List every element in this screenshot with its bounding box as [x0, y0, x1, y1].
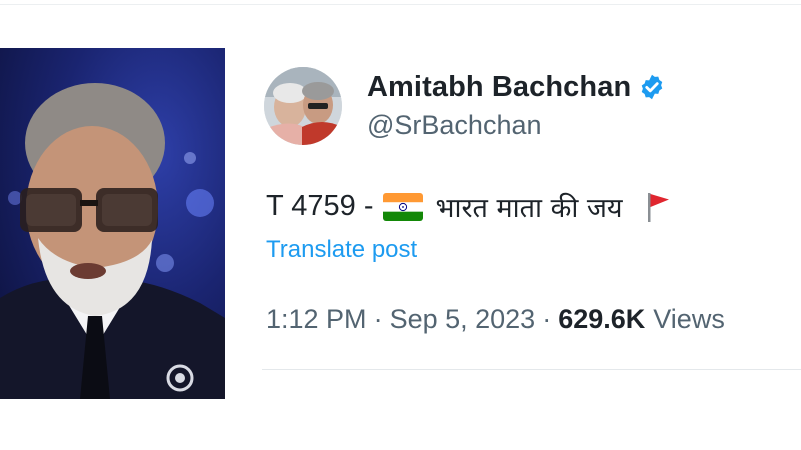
avatar-image: [264, 67, 342, 145]
portrait-illustration: [0, 83, 225, 399]
top-divider: [0, 4, 801, 5]
tweet-text: T 4759 - भारत माता की जय: [266, 188, 671, 225]
display-name[interactable]: Amitabh Bachchan: [367, 71, 631, 104]
avatar[interactable]: [264, 67, 342, 145]
tweet-time[interactable]: 1:12 PM: [266, 304, 367, 335]
tweet-card: Amitabh Bachchan @SrBachchan T 4759 - भा…: [262, 62, 801, 372]
user-handle[interactable]: @SrBachchan: [367, 110, 666, 141]
display-name-row: Amitabh Bachchan: [367, 70, 666, 104]
india-flag-icon: [383, 192, 424, 221]
verified-badge-icon: [638, 73, 666, 101]
meta-separator: ·: [373, 304, 383, 334]
views-count[interactable]: 629.6K: [558, 304, 645, 335]
author-info: Amitabh Bachchan @SrBachchan: [367, 70, 666, 141]
red-flag-icon: [645, 191, 671, 223]
bottom-divider: [262, 369, 801, 370]
translate-post-link[interactable]: Translate post: [266, 236, 417, 264]
tweet-text-prefix: T 4759 -: [266, 190, 374, 222]
meta-separator-2: ·: [542, 304, 552, 334]
views-label[interactable]: Views: [653, 304, 725, 335]
portrait-image: [0, 48, 225, 399]
tweet-meta: 1:12 PM · Sep 5, 2023 · 629.6K Views: [266, 304, 725, 335]
tweet-text-hindi: भारत माता की जय: [435, 193, 623, 224]
tweet-date[interactable]: Sep 5, 2023: [390, 304, 536, 335]
